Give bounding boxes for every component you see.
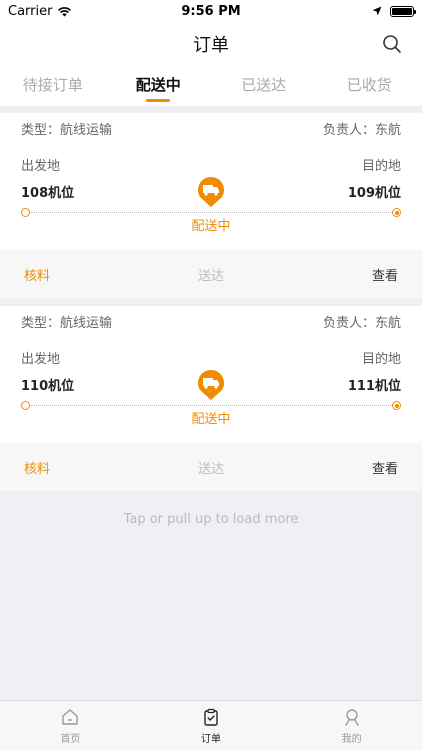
status-left: Carrier	[8, 4, 72, 19]
inspect-button[interactable]: 核料	[24, 458, 50, 477]
origin-label: 出发地	[21, 352, 61, 367]
status-bar: Carrier 9:56 PM	[0, 0, 422, 22]
nav-bar: 订单	[0, 22, 422, 66]
tabbar-item-me[interactable]: 我的	[281, 701, 422, 750]
order-actions: 核料 送达 查看	[0, 250, 422, 298]
origin-value: 108机位	[21, 186, 75, 201]
carrier-label: Carrier	[8, 3, 53, 19]
order-card: 类型：航线运输 负责人：东航 出发地 目的地 108机位 109机位 配送中 核…	[0, 113, 422, 298]
battery-icon	[390, 5, 416, 17]
order-status-tabs: 待接订单 配送中 已送达 已收货	[0, 66, 422, 106]
origin-label: 出发地	[21, 159, 61, 174]
bottom-tab-bar: 首页 订单 我的	[0, 700, 422, 750]
tab-delivered[interactable]: 已送达	[211, 66, 317, 106]
tab-delivering[interactable]: 配送中	[106, 66, 212, 106]
order-actions: 核料 送达 查看	[0, 443, 422, 491]
route-line	[31, 405, 391, 406]
route-line	[31, 212, 391, 213]
order-owner: 负责人：东航	[322, 316, 401, 331]
tab-pending[interactable]: 待接订单	[0, 66, 106, 106]
tabbar-item-home[interactable]: 首页	[0, 701, 141, 750]
page-title: 订单	[193, 35, 229, 56]
view-button[interactable]: 查看	[372, 265, 398, 284]
destination-label: 目的地	[361, 159, 401, 174]
route-track: 配送中	[21, 370, 401, 436]
tab-received[interactable]: 已收货	[317, 66, 422, 106]
location-arrow-icon	[372, 6, 382, 16]
order-card: 类型：航线运输 负责人：东航 出发地 目的地 110机位 111机位 配送中 核…	[0, 306, 422, 491]
delivery-status: 配送中	[191, 412, 231, 427]
status-right	[372, 5, 416, 17]
deliver-button[interactable]: 送达	[198, 265, 224, 284]
destination-value: 111机位	[347, 379, 401, 394]
home-icon	[62, 708, 79, 725]
order-owner: 负责人：东航	[322, 123, 401, 138]
route-track: 配送中	[21, 177, 401, 243]
truck-icon	[198, 177, 224, 207]
destination-value: 109机位	[347, 186, 401, 201]
person-icon	[344, 708, 359, 726]
order-type: 类型：航线运输	[21, 316, 113, 331]
tabbar-label-orders: 订单	[201, 733, 221, 745]
order-card-body[interactable]: 类型：航线运输 负责人：东航 出发地 目的地 110机位 111机位 配送中	[0, 306, 422, 443]
deliver-button[interactable]: 送达	[198, 458, 224, 477]
origin-value: 110机位	[21, 379, 75, 394]
search-icon[interactable]	[382, 34, 402, 54]
view-button[interactable]: 查看	[372, 458, 398, 477]
clipboard-icon	[204, 708, 218, 726]
tabbar-item-orders[interactable]: 订单	[141, 701, 282, 750]
order-card-body[interactable]: 类型：航线运输 负责人：东航 出发地 目的地 108机位 109机位 配送中	[0, 113, 422, 250]
tabbar-label-home: 首页	[60, 733, 81, 745]
tabbar-label-me: 我的	[341, 733, 362, 745]
truck-icon	[198, 370, 224, 400]
load-more-hint[interactable]: Tap or pull up to load more	[0, 512, 422, 527]
wifi-icon	[58, 6, 72, 16]
delivery-status: 配送中	[191, 219, 231, 234]
order-list: 类型：航线运输 负责人：东航 出发地 目的地 108机位 109机位 配送中 核…	[0, 113, 422, 499]
inspect-button[interactable]: 核料	[24, 265, 50, 284]
destination-label: 目的地	[361, 352, 401, 367]
order-type: 类型：航线运输	[21, 123, 113, 138]
